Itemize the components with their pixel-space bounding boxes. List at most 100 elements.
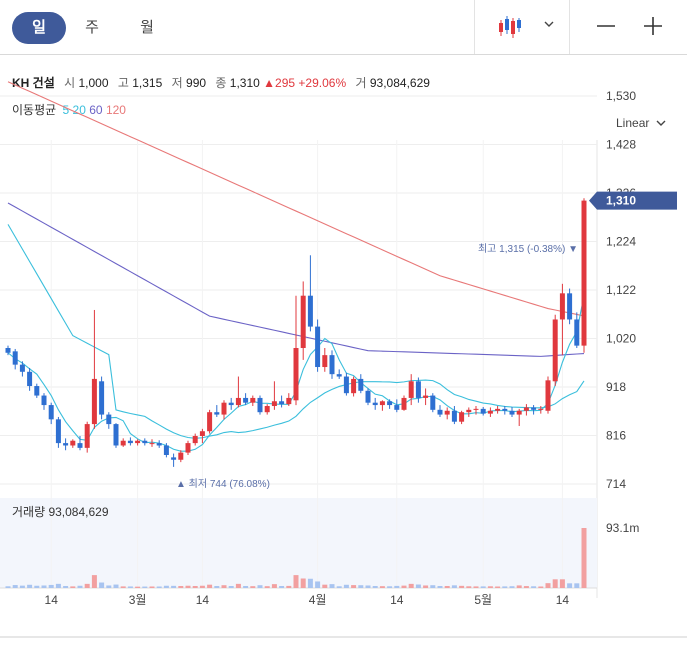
- volume-bar: [552, 579, 558, 588]
- low-value: 990: [186, 76, 207, 90]
- volume-bar: [351, 585, 357, 588]
- chart-toolbar: 일 주 월: [0, 0, 687, 55]
- volume-bar: [574, 583, 580, 588]
- tab-daily[interactable]: 일: [12, 12, 66, 44]
- candle-down: [63, 443, 69, 446]
- volume-bar: [444, 586, 450, 588]
- volume-bar: [228, 586, 234, 588]
- volume-bar: [473, 586, 479, 588]
- volume-bar: [480, 586, 486, 588]
- volume-bar: [336, 586, 342, 588]
- candle-down: [315, 326, 321, 368]
- volume-bar: [120, 586, 126, 588]
- candle-down: [214, 412, 220, 415]
- candle-down: [480, 408, 486, 414]
- candle-up: [466, 409, 472, 413]
- candle-up: [351, 378, 357, 394]
- stock-name: KH 건설: [12, 76, 55, 90]
- candle-down: [531, 407, 537, 410]
- candle-down: [365, 390, 371, 403]
- volume-bar: [257, 585, 263, 588]
- volume-bar: [387, 586, 393, 588]
- y-tick-label: 816: [606, 428, 626, 442]
- tab-monthly[interactable]: 월: [125, 12, 169, 44]
- volume-bar: [199, 585, 205, 588]
- scale-label: Linear: [616, 116, 650, 130]
- price-markers: 최고 1,315 (-0.38%) ▼ ▲ 최저 744 (76.08%) 1,31…: [176, 191, 677, 490]
- candle-down: [77, 443, 83, 448]
- x-tick-label: 14: [196, 593, 210, 607]
- volume-bar: [70, 586, 76, 588]
- chart-grid: [0, 95, 687, 638]
- volume-bar: [286, 585, 292, 588]
- candle-up: [207, 412, 213, 432]
- scale-dropdown[interactable]: Linear: [616, 116, 666, 130]
- candle-down: [343, 376, 349, 394]
- candle-up: [250, 397, 256, 403]
- volume-bar: [329, 584, 335, 588]
- volume-bar: [41, 585, 47, 588]
- x-tick-label: 4월: [309, 593, 327, 607]
- candle-down: [163, 445, 169, 455]
- volume-bar: [358, 585, 364, 588]
- ma-5-label: 5: [62, 103, 70, 117]
- moving-average-lines: [7, 81, 585, 452]
- price-chart[interactable]: 거래량 93,084,629 93.1m 1,530 1,428 1,326 1,224…: [0, 0, 687, 652]
- high-value: 1,315: [132, 76, 163, 90]
- high-label: 고: [117, 76, 129, 90]
- volume-bar: [127, 586, 133, 588]
- volume-value: 93,084,629: [369, 76, 430, 90]
- candle-up: [473, 408, 479, 410]
- volume-bar: [293, 575, 299, 588]
- volume-bar: [48, 584, 54, 588]
- chart-type-button[interactable]: [490, 10, 570, 44]
- candle-down: [451, 410, 457, 422]
- minus-icon[interactable]: [594, 14, 618, 38]
- ma60-line: [7, 202, 585, 357]
- volume-bar: [487, 586, 493, 588]
- chevron-down-icon[interactable]: [543, 19, 555, 29]
- candle-down: [99, 381, 105, 415]
- tab-weekly[interactable]: 주: [70, 12, 114, 44]
- volume-bar: [55, 583, 61, 588]
- candle-up: [523, 407, 529, 411]
- candle-down: [12, 351, 18, 365]
- candle-down: [19, 364, 25, 372]
- change-pct: +29.06%: [298, 76, 347, 90]
- candle-down: [329, 355, 335, 375]
- ma5-line: [7, 295, 585, 452]
- open-value: 1,000: [78, 76, 109, 90]
- candle-down: [358, 378, 364, 391]
- candle-up: [178, 452, 184, 460]
- candle-up: [487, 410, 493, 414]
- candle-down: [228, 402, 234, 406]
- volume-bar: [135, 586, 141, 588]
- current-price-label: 1,310: [606, 194, 636, 208]
- chevron-down-icon: [656, 120, 666, 126]
- candle-up: [495, 408, 501, 411]
- candle-up: [286, 397, 292, 405]
- toolbar-divider: [569, 0, 570, 54]
- candle-down: [257, 397, 263, 413]
- candle-down: [502, 408, 508, 411]
- volume-label: 거: [355, 76, 367, 90]
- candle-up: [235, 397, 241, 406]
- x-tick-label: 14: [556, 593, 570, 607]
- volume-bar: [509, 586, 515, 588]
- volume-bar: [451, 585, 457, 588]
- candle-up: [379, 401, 385, 406]
- plus-icon[interactable]: [641, 14, 665, 38]
- candle-down: [437, 409, 443, 415]
- volume-bar: [91, 575, 97, 588]
- volume-bar: [567, 583, 573, 588]
- x-tick-label: 14: [390, 593, 404, 607]
- volume-bar: [415, 584, 421, 588]
- volume-bar: [207, 584, 213, 588]
- ohlc-summary: KH 건설 시 1,000 고 1,315 저 990 종 1,310 ▲295…: [12, 74, 430, 91]
- y-tick-label: 1,326: [606, 186, 636, 200]
- volume-bar: [430, 585, 436, 588]
- candle-up: [135, 440, 141, 444]
- candles: [5, 198, 587, 467]
- candle-down: [27, 371, 33, 387]
- ma20-line: [7, 224, 585, 439]
